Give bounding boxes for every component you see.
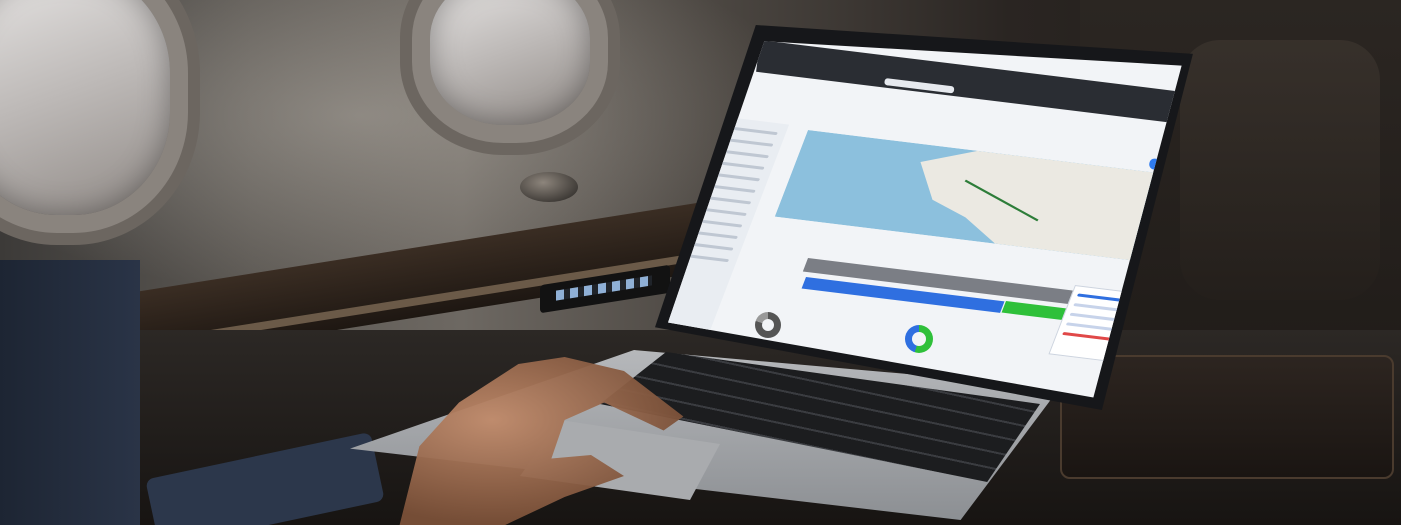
small-donut-chart <box>755 312 781 338</box>
cabin-window-right <box>430 0 590 125</box>
revenue-donut-chart <box>905 325 933 353</box>
person-torso <box>0 260 140 525</box>
route-map <box>774 130 1181 263</box>
window-shade-knob <box>520 172 578 202</box>
photo-scene <box>0 0 1401 525</box>
seat-back <box>1180 40 1380 300</box>
